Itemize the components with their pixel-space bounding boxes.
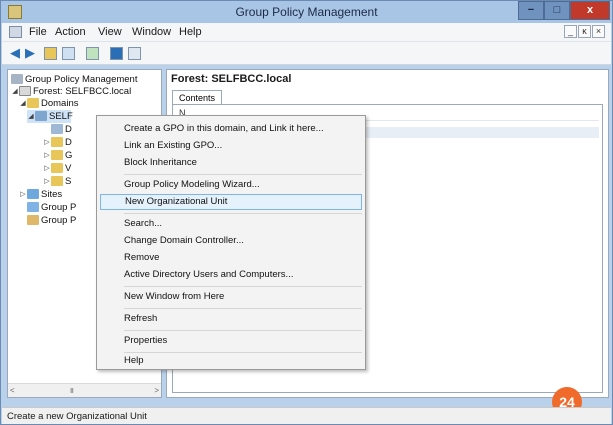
- folder-icon: [51, 176, 63, 186]
- menu-help[interactable]: Help: [179, 26, 202, 38]
- collapsed-arrow-icon[interactable]: ▷: [43, 149, 51, 162]
- context-menu: Create a GPO in this domain, and Link it…: [96, 115, 366, 370]
- close-button[interactable]: x: [570, 1, 610, 20]
- menu-separator: [124, 308, 362, 309]
- menu-separator: [124, 213, 362, 214]
- help-icon[interactable]: [110, 47, 123, 60]
- modeling-icon: [27, 202, 39, 212]
- minimize-button[interactable]: −: [518, 1, 544, 20]
- scroll-thumb[interactable]: III: [70, 388, 74, 395]
- tree-item-child[interactable]: ▷ G: [43, 149, 72, 162]
- menu-action[interactable]: Action: [55, 26, 86, 38]
- forward-arrow-icon[interactable]: ▶: [23, 46, 37, 60]
- menu-item-change-dc[interactable]: Change Domain Controller...: [100, 233, 362, 249]
- tree-item-gp-modeling[interactable]: Group P: [19, 201, 76, 214]
- tab-contents[interactable]: Contents: [172, 90, 222, 105]
- mdi-close-button[interactable]: ×: [592, 25, 605, 38]
- console-icon[interactable]: [128, 47, 141, 60]
- maximize-button[interactable]: □: [544, 1, 570, 20]
- collapsed-arrow-icon[interactable]: ▷: [19, 188, 27, 201]
- menu-item-new-ou[interactable]: New Organizational Unit: [100, 194, 362, 210]
- menu-item-help[interactable]: Help: [100, 353, 362, 369]
- expanded-arrow-icon[interactable]: ◢: [19, 97, 27, 110]
- tree-item-child[interactable]: ▷ S: [43, 175, 71, 188]
- collapsed-arrow-icon[interactable]: ▷: [43, 175, 51, 188]
- details-title: Forest: SELFBCC.local: [171, 73, 292, 85]
- mdi-controls: _ ĸ ×: [564, 25, 605, 38]
- tree-item-child[interactable]: D: [43, 123, 72, 136]
- tree-item-sites[interactable]: ▷ Sites: [19, 188, 62, 201]
- status-bar: Create a new Organizational Unit: [2, 407, 611, 424]
- tree-item-selfbcc-domain[interactable]: ◢ SELF: [27, 110, 73, 123]
- status-text: Create a new Organizational Unit: [7, 411, 147, 422]
- tree-item-gp-results[interactable]: Group P: [19, 214, 76, 227]
- menu-item-ad-users-computers[interactable]: Active Directory Users and Computers...: [100, 267, 362, 283]
- scroll-right-button[interactable]: >: [154, 386, 159, 395]
- gpm-window: Group Policy Management − □ x File Actio…: [0, 0, 613, 425]
- mdi-minimize-button[interactable]: _: [564, 25, 577, 38]
- expanded-arrow-icon[interactable]: ◢: [27, 110, 35, 123]
- gpm-icon: [11, 74, 23, 84]
- menu-item-modeling-wizard[interactable]: Group Policy Modeling Wizard...: [100, 177, 362, 193]
- collapsed-arrow-icon[interactable]: ▷: [43, 136, 51, 149]
- menu-item-create-gpo-link[interactable]: Create a GPO in this domain, and Link it…: [100, 121, 362, 137]
- menu-separator: [124, 174, 362, 175]
- forest-icon: [19, 86, 31, 96]
- console-doc-icon: [9, 26, 22, 38]
- gpo-link-icon: [51, 124, 63, 134]
- mdi-restore-button[interactable]: ĸ: [578, 25, 591, 38]
- refresh-icon[interactable]: [86, 47, 99, 60]
- tree-item-child[interactable]: ▷ V: [43, 162, 71, 175]
- menu-item-block-inheritance[interactable]: Block Inheritance: [100, 155, 362, 171]
- toolbar: ◀ ▶: [2, 42, 611, 65]
- tree-item-domains[interactable]: ◢ Domains: [19, 97, 79, 110]
- collapsed-arrow-icon[interactable]: ▷: [43, 162, 51, 175]
- back-arrow-icon[interactable]: ◀: [8, 46, 22, 60]
- folder-icon: [51, 150, 63, 160]
- expanded-arrow-icon[interactable]: ◢: [11, 85, 19, 98]
- scroll-left-button[interactable]: <: [10, 386, 15, 395]
- menu-item-search[interactable]: Search...: [100, 216, 362, 232]
- tree-horizontal-scrollbar[interactable]: < III >: [8, 383, 161, 397]
- menu-item-properties[interactable]: Properties: [100, 333, 362, 349]
- menu-view[interactable]: View: [98, 26, 122, 38]
- menu-bar: File Action View Window Help _ ĸ ×: [2, 23, 611, 42]
- show-tree-icon[interactable]: [62, 47, 75, 60]
- folder-icon: [51, 163, 63, 173]
- results-icon: [27, 215, 39, 225]
- menu-window[interactable]: Window: [132, 26, 171, 38]
- menu-separator: [124, 330, 362, 331]
- menu-item-link-existing-gpo[interactable]: Link an Existing GPO...: [100, 138, 362, 154]
- menu-item-refresh[interactable]: Refresh: [100, 311, 362, 327]
- title-bar[interactable]: Group Policy Management − □ x: [1, 1, 612, 23]
- sites-icon: [27, 189, 39, 199]
- ou-icon: [51, 137, 63, 147]
- folder-up-icon[interactable]: [44, 47, 57, 60]
- domain-icon: [35, 111, 47, 121]
- menu-item-new-window[interactable]: New Window from Here: [100, 289, 362, 305]
- menu-file[interactable]: File: [29, 26, 47, 38]
- menu-item-remove[interactable]: Remove: [100, 250, 362, 266]
- domains-icon: [27, 98, 39, 108]
- tree-item-child[interactable]: ▷ D: [43, 136, 72, 149]
- menu-separator: [124, 286, 362, 287]
